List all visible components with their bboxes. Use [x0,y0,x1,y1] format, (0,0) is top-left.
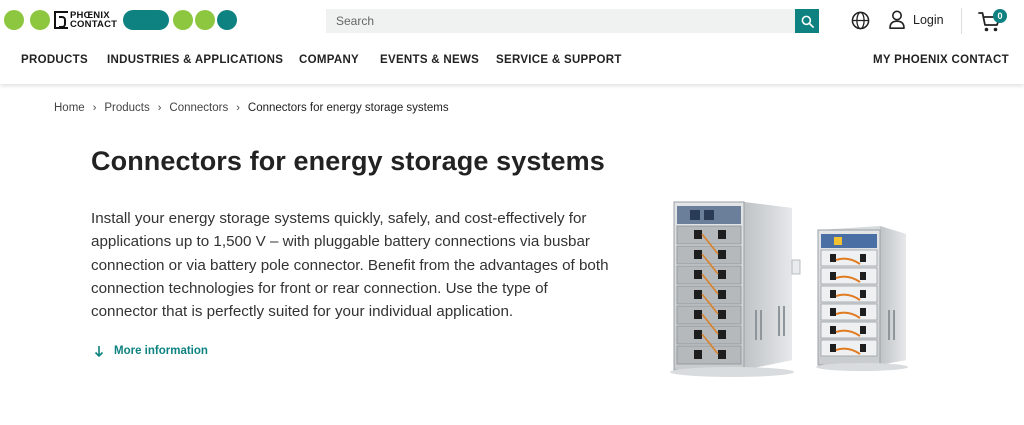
logo-wordmark: PHŒNIX CONTACT [54,11,117,29]
cart-count-badge: 0 [993,9,1007,23]
site-header: PHŒNIX CONTACT Login [0,0,1024,84]
arrow-down-icon [94,346,104,357]
search-bar [326,9,819,33]
cart-button[interactable]: 0 [978,9,1008,33]
more-information-link[interactable]: More information [94,345,208,357]
login-link[interactable]: Login [889,10,944,29]
globe-icon[interactable] [851,11,870,30]
logo-dot [30,10,50,30]
energy-storage-cabinets-image [670,201,908,377]
nav-item-my-phoenix-contact[interactable]: MY PHOENIX CONTACT [873,54,1009,66]
logo-dot [217,10,238,30]
breadcrumb-home[interactable]: Home [54,102,85,114]
search-icon [801,15,814,28]
chevron-right-icon: › [157,102,162,114]
search-button[interactable] [795,9,819,33]
phoenix-contact-logo[interactable]: PHŒNIX CONTACT [4,9,238,31]
logo-pill [123,10,170,30]
header-divider [961,8,962,34]
user-icon [889,10,905,29]
chevron-right-icon: › [92,102,97,114]
logo-mark-icon [54,11,68,29]
breadcrumb-products[interactable]: Products [104,102,149,114]
breadcrumb: Home › Products › Connectors › Connector… [54,102,449,114]
logo-dot [4,10,24,30]
nav-item-service-support[interactable]: SERVICE & SUPPORT [496,54,622,66]
nav-item-company[interactable]: COMPANY [299,54,359,66]
breadcrumb-current: Connectors for energy storage systems [247,102,449,114]
logo-dot [195,10,216,30]
chevron-right-icon: › [236,102,240,114]
search-input[interactable] [326,9,795,33]
breadcrumb-connectors[interactable]: Connectors [169,102,228,114]
logo-text-line2: CONTACT [70,19,118,30]
nav-item-events-news[interactable]: EVENTS & NEWS [380,54,479,66]
nav-item-industries-applications[interactable]: INDUSTRIES & APPLICATIONS [107,54,283,66]
page-title: Connectors for energy storage systems [91,146,605,176]
intro-text: Install your energy storage systems quic… [91,210,609,321]
main-navigation: PRODUCTS INDUSTRIES & APPLICATIONS COMPA… [0,54,1024,68]
more-information-label: More information [114,345,208,357]
logo-dot [173,10,194,30]
nav-item-products[interactable]: PRODUCTS [21,54,88,66]
login-label: Login [913,12,944,27]
